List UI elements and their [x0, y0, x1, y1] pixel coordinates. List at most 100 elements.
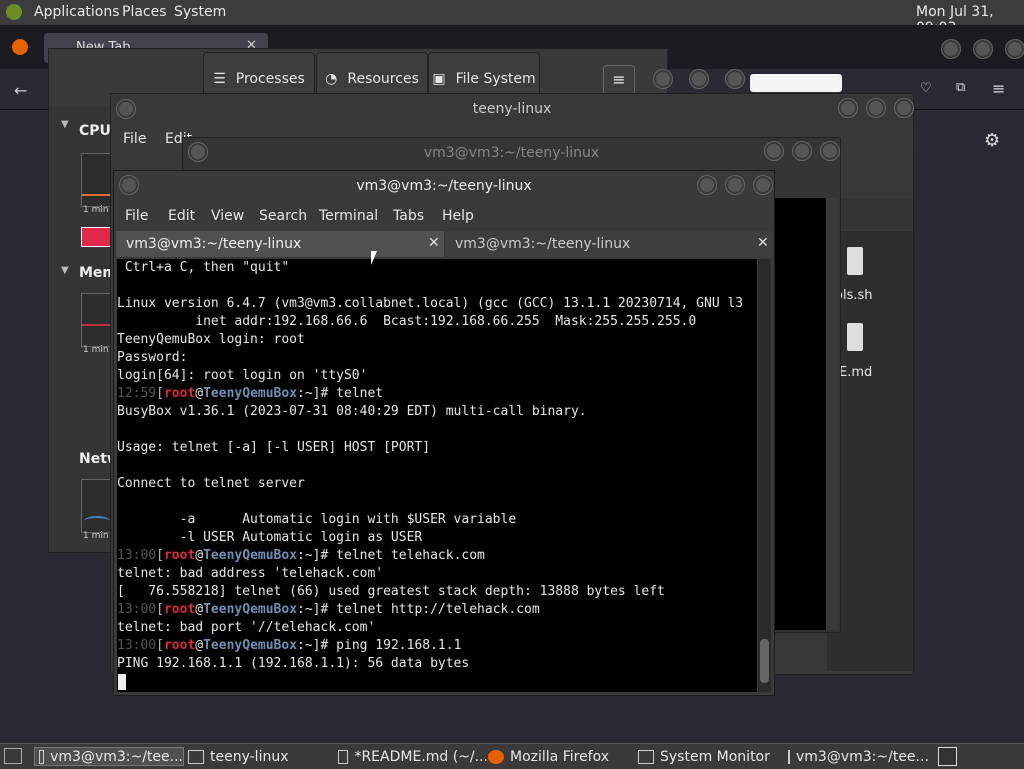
firefox-icon[interactable] [12, 39, 28, 55]
minimize-icon[interactable] [654, 70, 672, 88]
editor-window-controls [765, 142, 839, 160]
terminal-line: 13:00[root@TeenyQemuBox:~]# telnet http:… [117, 602, 540, 617]
network-time-label: 1 min [83, 531, 109, 541]
close-icon[interactable] [1006, 40, 1024, 58]
list-icon: ☰ [213, 71, 226, 87]
term-menu-terminal[interactable]: Terminal [319, 208, 378, 224]
folder-icon [188, 749, 204, 764]
editor-icon [338, 749, 349, 764]
close-icon[interactable] [821, 142, 839, 160]
file-manager-title: teeny-linux [472, 101, 552, 117]
terminal-output[interactable]: Ctrl+a C, then "quit" Linux version 6.4.7… [117, 259, 757, 692]
taskbar-item-file-manager[interactable]: teeny-linux [188, 747, 338, 766]
system-menu[interactable]: System [174, 4, 226, 20]
firefox-window-controls [942, 40, 1024, 58]
tab-close-icon[interactable]: ✕ [428, 235, 440, 251]
memory-time-label: 1 min [83, 345, 109, 355]
monitor-icon [638, 749, 654, 764]
file-icon[interactable] [847, 247, 863, 275]
terminal-icon [39, 749, 45, 764]
taskbar-item-system-monitor[interactable]: System Monitor [638, 747, 788, 766]
maximize-icon[interactable] [690, 70, 708, 88]
memory-expander-icon[interactable]: ▼ [61, 265, 69, 276]
taskbar-item-terminal-1[interactable]: vm3@vm3:~/tee... [34, 747, 184, 766]
maximize-icon[interactable] [974, 40, 992, 58]
taskbar-item-editor[interactable]: *README.md (~/... [338, 747, 488, 766]
mouse-pointer-icon [371, 251, 377, 265]
terminal-menu-icon[interactable] [120, 176, 138, 198]
terminal-title: vm3@vm3:~/teeny-linux [356, 178, 532, 194]
terminal-line: Usage: telnet [-a] [-l USER] HOST [PORT] [117, 440, 431, 455]
close-icon[interactable] [895, 99, 913, 117]
terminal-cursor [118, 674, 126, 690]
tab-close-icon[interactable]: ✕ [757, 235, 769, 251]
terminal-line: 12:59[root@TeenyQemuBox:~]# telnet [117, 386, 384, 401]
editor-scrollbar[interactable] [826, 198, 838, 630]
minimize-icon[interactable] [698, 176, 716, 194]
term-menu-edit[interactable]: Edit [168, 208, 195, 224]
terminal-menubar: File Edit View Search Terminal Tabs Help [114, 203, 774, 229]
minimize-icon[interactable] [839, 99, 857, 117]
term-menu-search[interactable]: Search [259, 208, 307, 224]
file-manager-window-controls [839, 99, 913, 117]
file-icon[interactable] [847, 323, 863, 351]
file-label[interactable]: E.md [839, 365, 872, 380]
editor-title: vm3@vm3:~/teeny-linux [423, 145, 600, 161]
terminal-line: -a Automatic login with $USER variable [117, 512, 517, 527]
pocket-icon[interactable]: ♡ [920, 81, 932, 96]
editor-menu-icon[interactable] [189, 143, 207, 165]
extensions-icon[interactable]: ⧉ [956, 80, 965, 95]
terminal-tab-inactive[interactable]: vm3@vm3:~/teeny-linux ✕ [445, 231, 772, 257]
term-menu-file[interactable]: File [125, 208, 148, 224]
minimize-icon[interactable] [765, 142, 783, 160]
maximize-icon[interactable] [726, 176, 744, 194]
maximize-icon[interactable] [867, 99, 885, 117]
terminal-icon [788, 749, 790, 764]
workspace-switcher[interactable] [938, 747, 957, 766]
terminal-line: telnet: bad address 'telehack.com' [117, 566, 384, 581]
minimize-icon[interactable] [942, 40, 960, 58]
terminal-line: telnet: bad port '//telehack.com' [117, 620, 376, 635]
disk-icon: ▣ [432, 71, 446, 87]
cpu-time-label: 1 min [83, 205, 109, 215]
terminal-scrollbar[interactable] [758, 259, 771, 692]
taskbar-item-firefox[interactable]: Mozilla Firefox [488, 747, 638, 766]
sysmon-window-controls [654, 70, 744, 88]
term-menu-tabs[interactable]: Tabs [393, 208, 424, 224]
editor-text-area[interactable] [771, 198, 826, 630]
terminal-line: Linux version 6.4.7 (vm3@vm3.collabnet.l… [117, 296, 744, 311]
scrollbar-thumb[interactable] [760, 639, 769, 683]
cpu-expander-icon[interactable]: ▼ [61, 119, 69, 130]
terminal-line: [ 76.558218] telnet (66) used greatest s… [117, 584, 665, 599]
gauge-icon: ◔ [325, 71, 338, 87]
close-icon[interactable] [754, 176, 772, 194]
terminal-line: 13:00[root@TeenyQemuBox:~]# ping 192.168… [117, 638, 462, 653]
show-desktop-icon[interactable] [4, 748, 22, 764]
fm-menu-file[interactable]: File [123, 131, 146, 147]
taskbar: vm3@vm3:~/tee... teeny-linux *README.md … [0, 743, 1024, 769]
file-manager-menu-icon[interactable] [117, 100, 135, 122]
cpu-section-label: CPU [79, 123, 111, 139]
sysmon-menu-button[interactable]: ≡ [603, 65, 635, 95]
term-menu-view[interactable]: View [211, 208, 244, 224]
settings-gear-icon[interactable]: ⚙ [984, 130, 1000, 151]
taskbar-item-terminal-2[interactable]: vm3@vm3:~/tee... [788, 747, 928, 766]
top-panel: Applications Places System Mon Jul 31, 0… [0, 0, 1024, 36]
menu-icon[interactable]: ≡ [992, 79, 1005, 98]
terminal-line: PING 192.168.1.1 (192.168.1.1): 56 data … [117, 656, 470, 671]
terminal-tab-active[interactable]: vm3@vm3:~/teeny-linux ✕ [116, 231, 444, 257]
terminal-line: -l USER Automatic login as USER [117, 530, 423, 545]
terminal-line: 13:00[root@TeenyQemuBox:~]# telnet teleh… [117, 548, 485, 563]
firefox-urlbar[interactable] [750, 74, 842, 92]
maximize-icon[interactable] [793, 142, 811, 160]
terminal-line: BusyBox v1.36.1 (2023-07-31 08:40:29 EDT… [117, 404, 587, 419]
applications-menu[interactable]: Applications [34, 4, 120, 20]
distro-logo-icon[interactable] [6, 4, 22, 20]
firefox-icon [488, 749, 504, 764]
terminal-line: login[64]: root login on 'ttyS0' [117, 368, 368, 383]
places-menu[interactable]: Places [122, 4, 167, 20]
back-icon[interactable]: ← [14, 81, 27, 100]
close-icon[interactable] [726, 70, 744, 88]
term-menu-help[interactable]: Help [442, 208, 474, 224]
cpu-color-swatch[interactable] [81, 227, 111, 247]
